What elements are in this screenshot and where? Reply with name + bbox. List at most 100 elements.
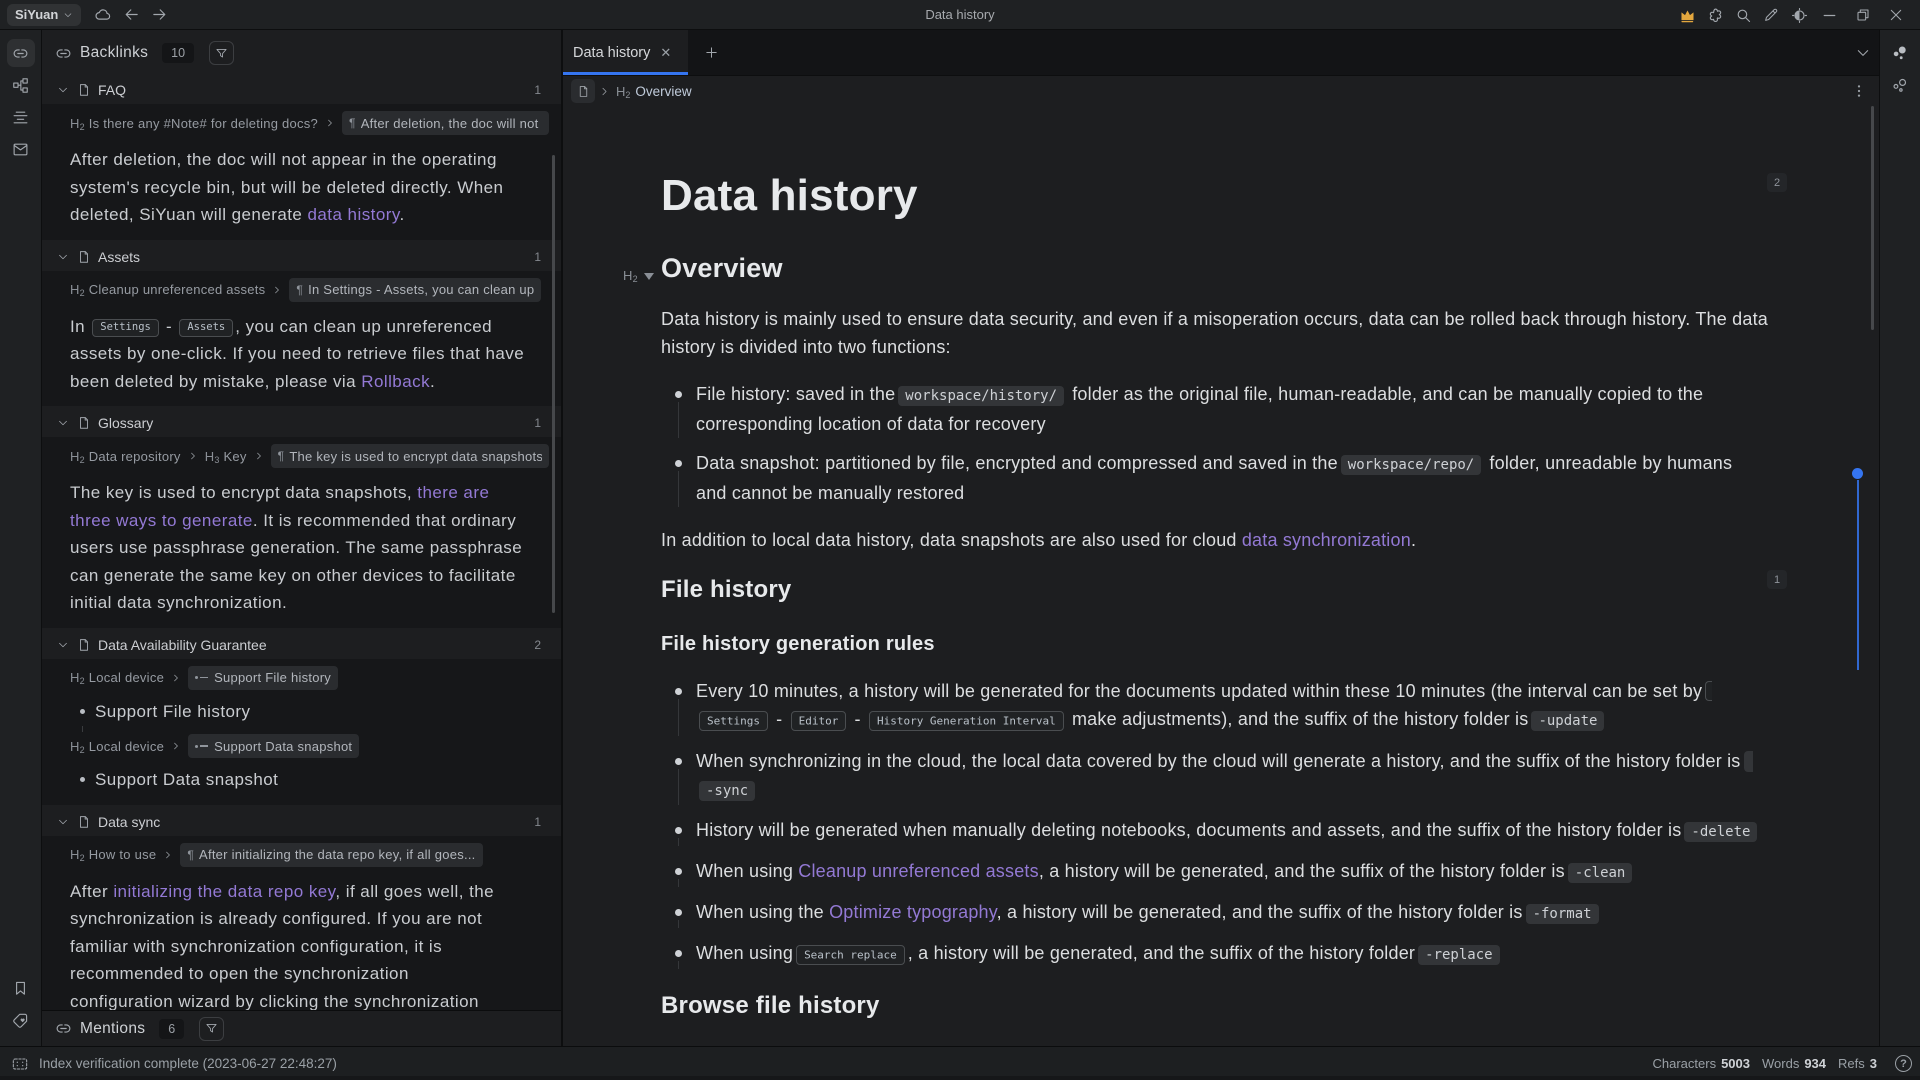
kbd-tag: Assets — [179, 319, 233, 337]
backlink-section-header[interactable]: Glossary1 — [42, 409, 561, 437]
breadcrumb-block-chip[interactable]: ¶After deletion, the doc will not appear… — [342, 111, 549, 135]
block-ref-link[interactable]: there are — [417, 483, 489, 502]
dock-graph-local-button[interactable] — [1886, 39, 1914, 67]
forward-button[interactable] — [145, 3, 173, 27]
block-ref-link[interactable]: Optimize typography — [829, 902, 997, 922]
new-tab-button[interactable] — [688, 30, 734, 75]
doc-list-item[interactable]: When synchronizing in the cloud, the loc… — [661, 747, 1786, 805]
backlink-section-header[interactable]: Data sync1 — [42, 808, 561, 836]
text-run: In — [70, 317, 90, 336]
block-ref-link[interactable]: Rollback — [361, 372, 430, 391]
mentions-count[interactable]: 6 — [159, 1019, 184, 1039]
help-button[interactable]: ? — [1895, 1055, 1912, 1072]
block-ref-link[interactable]: Cleanup unreferenced assets — [798, 861, 1039, 881]
backlink-section-header[interactable]: FAQ1 — [42, 76, 561, 104]
minimize-button[interactable] — [1813, 0, 1846, 30]
theme-button[interactable] — [1785, 0, 1813, 30]
breadcrumb-item[interactable]: H2 How to use — [70, 847, 156, 862]
text-run: make adjustments), and the suffix of the… — [1067, 709, 1529, 729]
breadcrumb-item[interactable]: H2 Data repository — [70, 449, 181, 464]
dock-bookmark-button[interactable] — [7, 974, 35, 1002]
dock-outline-button[interactable] — [7, 103, 35, 131]
heading-gutter[interactable]: H2 — [623, 258, 654, 294]
breadcrumb-block-chip[interactable]: ¶After initializing the data repo key, i… — [180, 843, 482, 867]
tab-close-icon[interactable]: ✕ — [660, 45, 671, 61]
document-content[interactable]: Data history OverviewH2 Data history is ma… — [563, 106, 1879, 1046]
collapse-triangle-icon[interactable] — [644, 273, 654, 280]
file-history-backlink-badge[interactable]: 1 — [1767, 570, 1787, 589]
title-backlink-badge[interactable]: 2 — [1767, 173, 1787, 192]
block-ref-link[interactable]: data synchronization — [1242, 530, 1411, 550]
doc-list-item[interactable]: File history: saved in theworkspace/hist… — [661, 380, 1786, 438]
backlink-block[interactable]: H2 Data repository H3 Key ¶The key is used… — [42, 437, 561, 628]
doc-list-item[interactable]: When using Cleanup unreferenced assets, … — [661, 857, 1786, 887]
text-run: history is divided into two functions: — [661, 337, 951, 357]
breadcrumb-current[interactable]: Overview — [635, 84, 691, 99]
search-button[interactable] — [1729, 0, 1757, 30]
maximize-button[interactable] — [1846, 0, 1879, 30]
dock-inbox-button[interactable] — [7, 135, 35, 163]
link-icon — [55, 45, 72, 62]
breadcrumb-block-chip[interactable]: Support File history — [188, 666, 338, 690]
edit-mode-button[interactable] — [1757, 0, 1785, 30]
breadcrumb-item[interactable]: H2 Cleanup unreferenced assets — [70, 282, 265, 297]
block-ref-link[interactable]: Data snapshot — [163, 770, 278, 789]
doc-title[interactable]: Data history — [661, 168, 1786, 224]
section-count: 1 — [534, 83, 541, 97]
breadcrumb-block-chip[interactable]: Support Data snapshot — [188, 734, 359, 758]
kbd-tag: Search replace — [796, 945, 905, 965]
backlinks-count[interactable]: 10 — [162, 43, 194, 63]
block-ref-link[interactable]: File history — [163, 702, 251, 721]
backlink-section-header[interactable]: Data Availability Guarantee2 — [42, 631, 561, 659]
doc-heading[interactable]: File history generation rules — [661, 631, 1786, 658]
doc-heading[interactable]: OverviewH2 — [661, 250, 1786, 286]
sidebar-scrollbar[interactable] — [552, 155, 555, 613]
doc-list-item[interactable]: Data snapshot: partitioned by file, encr… — [661, 449, 1786, 507]
doc-paragraph[interactable]: Data history is mainly used to ensure da… — [661, 305, 1786, 361]
backlink-block[interactable]: H2 Is there any #Note# for deleting docs… — [42, 104, 561, 240]
block-ref-link[interactable]: three ways to generate — [70, 511, 253, 530]
breadcrumb-block-chip[interactable]: ¶The key is used to encrypt data snapsho… — [271, 444, 549, 468]
doc-list-item[interactable]: History will be generated when manually … — [661, 816, 1786, 846]
block-ref-link[interactable]: data history — [308, 205, 400, 224]
breadcrumb-block-chip[interactable]: ¶In Settings - Assets, you can clean up — [289, 278, 541, 302]
membership-button[interactable] — [1673, 0, 1701, 30]
backlink-block[interactable]: H2 Local device Support File history Suppo… — [42, 659, 561, 805]
list-guide-line — [678, 402, 679, 439]
breadcrumb-item[interactable]: H2 Local device — [70, 670, 164, 685]
backlinks-filter-button[interactable] — [209, 41, 234, 65]
backlink-block[interactable]: H2 How to use ¶After initializing the dat… — [42, 836, 561, 1011]
mentions-filter-button[interactable] — [199, 1017, 224, 1041]
breadcrumb-block-text: Support Data snapshot — [214, 739, 352, 754]
dock-backlinks-button[interactable] — [7, 39, 35, 67]
editor-scrollbar[interactable] — [1871, 106, 1874, 330]
doc-list-item[interactable]: Every 10 minutes, a history will be gene… — [661, 677, 1786, 736]
breadcrumb-item[interactable]: H2 Local device — [70, 739, 164, 754]
workspace-button[interactable]: SiYuan — [7, 4, 81, 26]
tabbar-chevron-down-icon[interactable] — [1855, 45, 1871, 61]
breadcrumb-item[interactable]: H2 Is there any #Note# for deleting docs… — [70, 116, 318, 131]
more-icon[interactable] — [1851, 83, 1867, 99]
back-button[interactable] — [117, 3, 145, 27]
backlink-breadcrumb: H2 Cleanup unreferenced assets ¶In Settin… — [70, 278, 549, 302]
dock-graph-button[interactable] — [7, 71, 35, 99]
backlink-paragraph: After deletion, the doc will not appear … — [70, 146, 549, 229]
plugins-button[interactable] — [1701, 0, 1729, 30]
doc-heading[interactable]: Browse file history — [661, 990, 1786, 1022]
backlink-block[interactable]: H2 Cleanup unreferenced assets ¶In Settin… — [42, 271, 561, 407]
doc-paragraph[interactable]: In addition to local data history, data … — [661, 526, 1786, 554]
mentions-bar[interactable]: Mentions 6 — [42, 1010, 561, 1046]
close-icon — [1888, 7, 1904, 23]
breadcrumb-item[interactable]: H3 Key — [205, 449, 247, 464]
tab-data-history[interactable]: Data history ✕ — [563, 30, 688, 75]
dock-graph-global-button[interactable] — [1886, 71, 1914, 99]
block-ref-link[interactable]: initializing the data repo key — [113, 882, 335, 901]
doc-list-item[interactable]: When using the Optimize typography, a hi… — [661, 898, 1786, 928]
doc-heading[interactable]: File history — [661, 574, 1786, 606]
breadcrumb-doc-chip[interactable] — [571, 79, 595, 103]
close-button[interactable] — [1879, 0, 1912, 30]
backlink-section-header[interactable]: Assets1 — [42, 243, 561, 271]
cloud-sync-button[interactable] — [89, 3, 117, 27]
dock-tag-button[interactable] — [7, 1006, 35, 1034]
doc-list-item[interactable]: When usingSearch replace, a history will… — [661, 939, 1786, 970]
